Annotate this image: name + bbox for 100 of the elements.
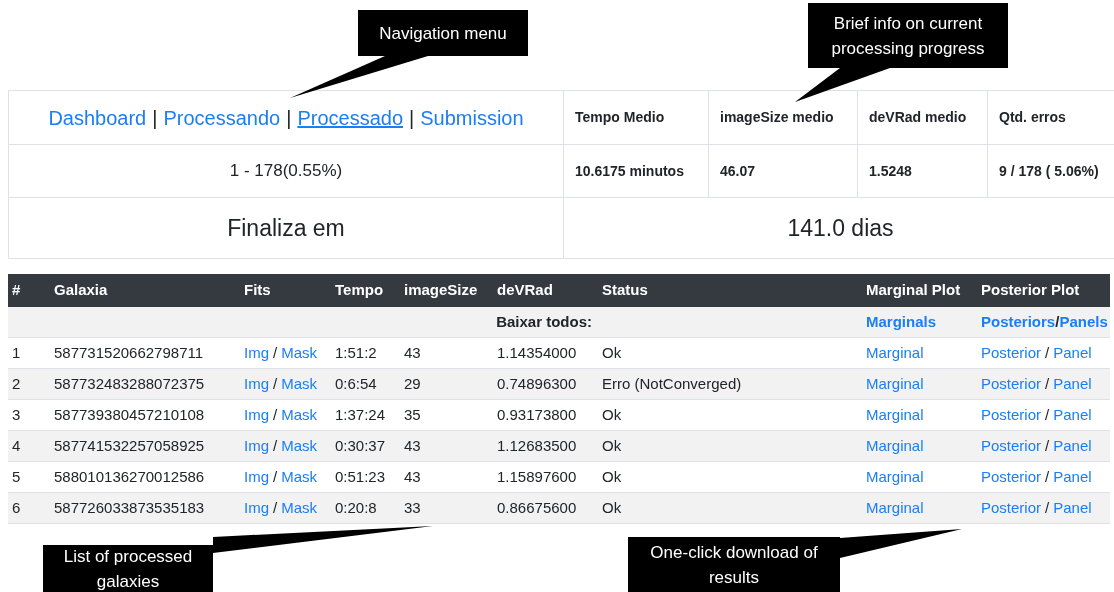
image-size-cell-text: 29 (404, 373, 421, 394)
link-separator: / (273, 342, 278, 363)
tempo-cell-text: 1:37:24 (335, 404, 386, 425)
status-cell-text: Ok (602, 404, 622, 425)
finish-value: 141.0 dias (787, 213, 894, 243)
status-cell-text: Ok (602, 342, 622, 363)
panel-link[interactable]: Panel (1053, 465, 1092, 489)
column-header: Tempo (335, 280, 384, 301)
galaxy-id: 587731520662798711 (54, 342, 204, 363)
mask-link[interactable]: Mask (281, 465, 318, 489)
nav-separator: | (286, 105, 292, 131)
mask-link[interactable]: Mask (281, 434, 318, 458)
link-separator: / (1055, 311, 1060, 332)
row-number: 6 (12, 497, 21, 518)
link-separator: / (1045, 466, 1050, 487)
panels-link[interactable]: Panels (1059, 310, 1108, 334)
posterior-link[interactable]: Posterior (981, 403, 1042, 427)
row-number: 2 (12, 373, 21, 394)
panel-link[interactable]: Panel (1053, 434, 1092, 458)
posteriors-link[interactable]: Posteriors (981, 310, 1056, 334)
column-header: Posterior Plot (981, 280, 1080, 301)
marginals-link[interactable]: Marginals (866, 310, 937, 334)
row-number: 1 (12, 342, 21, 363)
posterior-link[interactable]: Posterior (981, 496, 1042, 520)
panel-link[interactable]: Panel (1053, 372, 1092, 396)
devrad-cell-text: 0.86675600 (497, 497, 577, 518)
tempo-cell-text: 1:51:2 (335, 342, 377, 363)
posterior-link[interactable]: Posterior (981, 434, 1042, 458)
nav-link[interactable]: Processando (163, 102, 281, 133)
img-link[interactable]: Img (244, 372, 269, 396)
column-header: # (12, 280, 21, 301)
tempo-cell-text: 0:20:8 (335, 497, 377, 518)
marginal-link[interactable]: Marginal (866, 403, 924, 427)
marginal-link[interactable]: Marginal (866, 496, 924, 520)
panel-link[interactable]: Panel (1053, 403, 1092, 427)
posterior-link[interactable]: Posterior (981, 341, 1042, 365)
devrad-cell-text: 1.14354000 (497, 342, 577, 363)
image-size-cell-text: 33 (404, 497, 421, 518)
status-cell-text: Ok (602, 466, 622, 487)
devrad-cell-text: 0.93173800 (497, 404, 577, 425)
link-separator: / (273, 373, 278, 394)
stat-label: Qtd. erros (999, 108, 1066, 127)
link-separator: / (1045, 373, 1050, 394)
link-separator: / (1045, 342, 1050, 363)
column-header: Marginal Plot (866, 280, 961, 301)
nav-link[interactable]: Processado (297, 102, 403, 133)
status-cell-text: Erro (NotConverged) (602, 373, 742, 394)
column-header: Status (602, 280, 648, 301)
image-size-cell-text: 43 (404, 342, 421, 363)
img-link[interactable]: Img (244, 403, 269, 427)
img-link[interactable]: Img (244, 434, 269, 458)
link-separator: / (1045, 435, 1050, 456)
marginal-link[interactable]: Marginal (866, 372, 924, 396)
stat-value: 46.07 (720, 162, 756, 181)
panel-link[interactable]: Panel (1053, 341, 1092, 365)
callout-label: List of processed galaxies (43, 545, 213, 592)
devrad-cell-text: 1.12683500 (497, 435, 577, 456)
mask-link[interactable]: Mask (281, 341, 318, 365)
galaxy-id: 587741532257058925 (54, 435, 205, 456)
panel-link[interactable]: Panel (1053, 496, 1092, 520)
tempo-cell-text: 0:6:54 (335, 373, 377, 394)
column-header: imageSize (404, 280, 478, 301)
posterior-link[interactable]: Posterior (981, 465, 1042, 489)
nav-link[interactable]: Dashboard (48, 102, 147, 133)
link-separator: / (273, 435, 278, 456)
tempo-cell-text: 0:51:23 (335, 466, 386, 487)
mask-link[interactable]: Mask (281, 403, 318, 427)
link-separator: / (273, 404, 278, 425)
nav-link[interactable]: Submission (420, 102, 524, 133)
devrad-cell-text: 1.15897600 (497, 466, 577, 487)
img-link[interactable]: Img (244, 496, 269, 520)
download-all-label: Baixar todos: (496, 311, 592, 332)
row-number: 3 (12, 404, 21, 425)
stat-label: imageSize medio (720, 108, 834, 127)
img-link[interactable]: Img (244, 465, 269, 489)
tempo-cell-text: 0:30:37 (335, 435, 386, 456)
callout-label: One-click download of results (628, 537, 840, 592)
galaxy-id: 587726033873535183 (54, 497, 205, 518)
devrad-cell-text: 0.74896300 (497, 373, 577, 394)
finish-label: Finaliza em (227, 213, 345, 243)
stat-label: deVRad medio (869, 108, 967, 127)
progress-count: 1 - 178(0.55%) (229, 160, 343, 183)
mask-link[interactable]: Mask (281, 496, 318, 520)
marginal-link[interactable]: Marginal (866, 465, 924, 489)
galaxy-id: 588010136270012586 (54, 466, 205, 487)
nav-separator: | (409, 105, 415, 131)
image-size-cell-text: 35 (404, 404, 421, 425)
img-link[interactable]: Img (244, 341, 269, 365)
row-number: 5 (12, 466, 21, 487)
mask-link[interactable]: Mask (281, 372, 318, 396)
marginal-link[interactable]: Marginal (866, 341, 924, 365)
link-separator: / (1045, 497, 1050, 518)
status-cell-text: Ok (602, 435, 622, 456)
marginal-link[interactable]: Marginal (866, 434, 924, 458)
posterior-link[interactable]: Posterior (981, 372, 1042, 396)
stat-value: 1.5248 (869, 162, 912, 181)
status-cell-text: Ok (602, 497, 622, 518)
stat-value: 10.6175 minutos (575, 162, 684, 181)
row-number: 4 (12, 435, 21, 456)
nav-separator: | (152, 105, 158, 131)
